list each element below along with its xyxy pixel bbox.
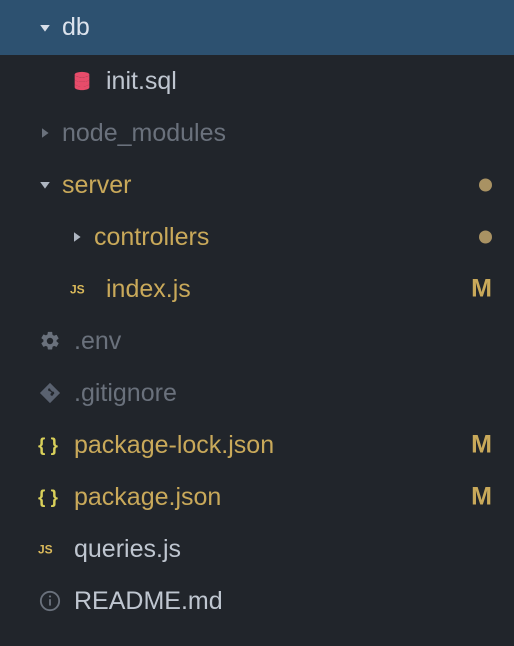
json-icon: { }: [38, 485, 62, 509]
file-row-package-json[interactable]: { } package.json M: [0, 471, 514, 523]
file-row-index-js[interactable]: JS index.js M: [0, 263, 514, 315]
file-label: README.md: [74, 589, 223, 614]
file-label: package-lock.json: [74, 433, 274, 458]
svg-text:JS: JS: [70, 283, 85, 297]
folder-row-controllers[interactable]: controllers: [0, 211, 514, 263]
file-label: .env: [74, 329, 121, 354]
file-row-readme-md[interactable]: README.md: [0, 575, 514, 627]
folder-label: controllers: [94, 225, 209, 250]
file-explorer[interactable]: db init.sql node_modulesserver controllers J…: [0, 0, 514, 646]
folder-label: db: [62, 15, 90, 40]
folder-row-db[interactable]: db: [0, 0, 514, 55]
svg-text:{ }: { }: [38, 486, 59, 507]
folder-row-node-modules[interactable]: node_modules: [0, 107, 514, 159]
git-icon: [38, 381, 62, 405]
folder-row-server[interactable]: server: [0, 159, 514, 211]
status-dot: [479, 179, 492, 192]
file-label: index.js: [106, 277, 191, 302]
file-row-init-sql[interactable]: init.sql: [0, 55, 514, 107]
js-icon: JS: [38, 537, 62, 561]
file-label: .gitignore: [74, 381, 177, 406]
chevron-right-icon[interactable]: [38, 126, 52, 140]
chevron-right-icon[interactable]: [70, 230, 84, 244]
svg-text:JS: JS: [38, 543, 53, 557]
js-icon: JS: [70, 277, 94, 301]
file-label: init.sql: [106, 69, 177, 94]
gear-icon: [38, 329, 62, 353]
status-modified: M: [471, 483, 492, 512]
status-modified: M: [471, 431, 492, 460]
folder-label: server: [62, 173, 131, 198]
folder-label: node_modules: [62, 121, 226, 146]
file-row--env[interactable]: .env: [0, 315, 514, 367]
file-row--gitignore[interactable]: .gitignore: [0, 367, 514, 419]
file-label: queries.js: [74, 537, 181, 562]
database-icon: [70, 69, 94, 93]
svg-text:{ }: { }: [38, 434, 59, 455]
file-row-package-lock-json[interactable]: { } package-lock.json M: [0, 419, 514, 471]
file-row-queries-js[interactable]: JS queries.js: [0, 523, 514, 575]
json-icon: { }: [38, 433, 62, 457]
info-icon: [38, 589, 62, 613]
chevron-down-icon[interactable]: [38, 178, 52, 192]
status-dot: [479, 231, 492, 244]
chevron-down-icon[interactable]: [38, 21, 52, 35]
status-modified: M: [471, 275, 492, 304]
file-label: package.json: [74, 485, 221, 510]
